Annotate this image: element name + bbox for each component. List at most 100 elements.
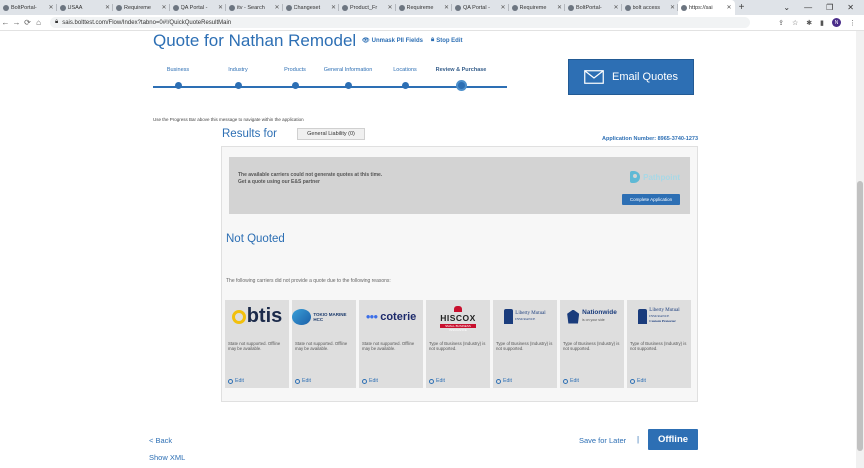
new-tab-button[interactable]: + [735, 0, 749, 15]
lock-icon: 🔒︎ [430, 37, 435, 43]
progress-bar: Business Industry Products General Infor… [153, 67, 507, 91]
back-link[interactable]: < Back [149, 436, 172, 445]
carrier-edit-link[interactable]: Edit [429, 378, 445, 384]
browser-tab[interactable]: itv - Search ✕ [226, 0, 283, 15]
carrier-edit-link[interactable]: Edit [228, 378, 244, 384]
not-quoted-heading: Not Quoted [226, 233, 285, 245]
tab-general-liability[interactable]: General Liability (0) [297, 128, 365, 140]
menu-icon[interactable]: ⋮ [849, 19, 856, 27]
browser-tab[interactable]: QA Portal - ✕ [452, 0, 509, 15]
application-number: Application Number: 8965-3740-1273 [602, 136, 698, 142]
partner-alert: The available carriers could not generat… [229, 157, 690, 214]
close-icon[interactable]: ✕ [726, 4, 731, 11]
close-icon[interactable]: ✕ [331, 4, 336, 11]
results-for-heading: Results for [222, 128, 277, 140]
offline-button[interactable]: Offline [648, 429, 698, 450]
chevron-down-icon[interactable]: ⌄ [783, 3, 790, 12]
maximize-icon[interactable]: ❐ [826, 3, 833, 12]
scrollbar[interactable] [856, 31, 864, 468]
save-for-later-link[interactable]: Save for Later [579, 436, 626, 445]
carrier-edit-link[interactable]: Edit [563, 378, 579, 384]
browser-tab[interactable]: Requireme ✕ [509, 0, 566, 15]
minimize-icon[interactable]: — [804, 3, 812, 12]
close-icon[interactable]: ✕ [613, 4, 618, 11]
carrier-card: Liberty Mutual INSURANCE Type of Business… [493, 300, 557, 388]
close-icon[interactable]: ✕ [557, 4, 562, 11]
edit-icon [429, 378, 434, 384]
share-icon[interactable]: ⇪ [778, 19, 784, 27]
browser-tab[interactable]: Changeset ✕ [283, 0, 340, 15]
close-icon[interactable]: ✕ [444, 4, 449, 11]
browser-tab[interactable]: QA Portal - ✕ [170, 0, 227, 15]
lock-icon: 🔒︎ [55, 19, 59, 25]
reload-icon[interactable]: ⟳ [22, 18, 33, 27]
browser-tab[interactable]: BoltPortal- ✕ [565, 0, 622, 15]
close-icon[interactable]: ✕ [500, 4, 505, 11]
carrier-card: Nationwide is on your side Type of Busine… [560, 300, 624, 388]
browser-tab-active[interactable]: https://sai ✕ [678, 0, 735, 15]
favicon-icon [3, 4, 9, 11]
browser-tab[interactable]: Requireme ✕ [113, 0, 170, 15]
browser-tab[interactable]: Product_Fr ✕ [339, 0, 396, 15]
reasons-text: The following carriers did not provide a… [226, 278, 391, 284]
title-links: 👁︎ Unmask PII Fields 🔒︎ Stop Edit [362, 37, 463, 44]
carrier-message: State not supported. Offline may be avai… [295, 341, 348, 352]
close-icon[interactable]: ✕ [387, 4, 392, 11]
carrier-edit-link[interactable]: Edit [496, 378, 512, 384]
carrier-edit-link[interactable]: Edit [630, 378, 646, 384]
favicon-icon [116, 4, 122, 11]
browser-tab[interactable]: USAA ✕ [57, 0, 114, 15]
close-icon[interactable]: ✕ [274, 4, 279, 11]
close-icon[interactable]: ✕ [218, 4, 223, 11]
favicon-icon [624, 4, 631, 11]
profile-avatar[interactable]: N [832, 18, 841, 27]
address-bar: ← → ⟳ ⌂ 🔒︎ sais.bolttest.com/Flow/Index?… [0, 15, 864, 31]
browser-tab[interactable]: bolt access ✕ [622, 0, 679, 15]
favicon-icon [681, 4, 687, 11]
step-dot [401, 82, 409, 89]
carrier-message: Type of Business (Industry) is not suppo… [630, 341, 687, 352]
close-icon[interactable]: ✕ [670, 4, 675, 11]
alert-text: The available carriers could not generat… [238, 172, 383, 185]
step-dot [174, 82, 182, 89]
eagle-icon [567, 309, 580, 324]
email-quotes-button[interactable]: Email Quotes [568, 59, 694, 95]
carrier-list: btis State not supported. Offline may be… [225, 300, 691, 388]
edit-icon [228, 378, 233, 384]
close-window-icon[interactable]: ✕ [847, 3, 854, 12]
close-icon[interactable]: ✕ [48, 4, 53, 11]
forward-arrow-icon[interactable]: → [11, 18, 22, 27]
carrier-card: HISCOX SMALL BUSINESS INSURANCE Type of … [426, 300, 490, 388]
progress-step-review-purchase[interactable]: Review & Purchase [426, 67, 496, 91]
liberty-mutual-custom-protector-logo: Liberty Mutual INSURANCE Custom Protector [627, 300, 691, 333]
back-arrow-icon[interactable]: ← [0, 18, 11, 27]
favicon-icon [172, 4, 179, 11]
browser-tab[interactable]: BoltPortal- ✕ [0, 0, 57, 15]
unmask-pii-link[interactable]: 👁︎ Unmask PII Fields [362, 37, 423, 45]
extensions-icon[interactable]: ✱ [806, 19, 812, 27]
carrier-edit-link[interactable]: Edit [362, 378, 378, 384]
step-dot [344, 82, 352, 89]
favicon-icon [342, 4, 348, 11]
star-icon[interactable]: ☆ [792, 19, 798, 27]
complete-application-button[interactable]: Complete Application [622, 194, 680, 205]
scrollbar-thumb[interactable] [857, 181, 863, 451]
browser-tab-bar: BoltPortal- ✕ USAA ✕ Requireme ✕ QA Portal … [0, 0, 864, 15]
stop-edit-link[interactable]: 🔒︎ Stop Edit [431, 37, 463, 44]
sidebar-icon[interactable]: ▮ [820, 19, 824, 27]
step-dot [291, 82, 299, 89]
favicon-icon [511, 4, 518, 11]
browser-tab[interactable]: Requireme ✕ [396, 0, 453, 15]
pathpoint-logo: Pathpoint [630, 171, 680, 183]
home-icon[interactable]: ⌂ [33, 18, 44, 27]
show-xml-link[interactable]: Show XML [149, 453, 185, 462]
close-icon[interactable]: ✕ [105, 4, 110, 11]
close-icon[interactable]: ✕ [161, 4, 166, 11]
results-panel: The available carriers could not generat… [221, 146, 698, 402]
carrier-message: State not supported. Offline may be avai… [228, 341, 281, 352]
favicon-icon [568, 4, 574, 11]
pathpoint-icon [630, 171, 641, 183]
url-field[interactable]: 🔒︎ sais.bolttest.com/Flow/Index?tabno=0#… [50, 17, 750, 28]
progress-hint: Use the Progress Bar above this message … [153, 117, 304, 122]
carrier-edit-link[interactable]: Edit [295, 378, 311, 384]
